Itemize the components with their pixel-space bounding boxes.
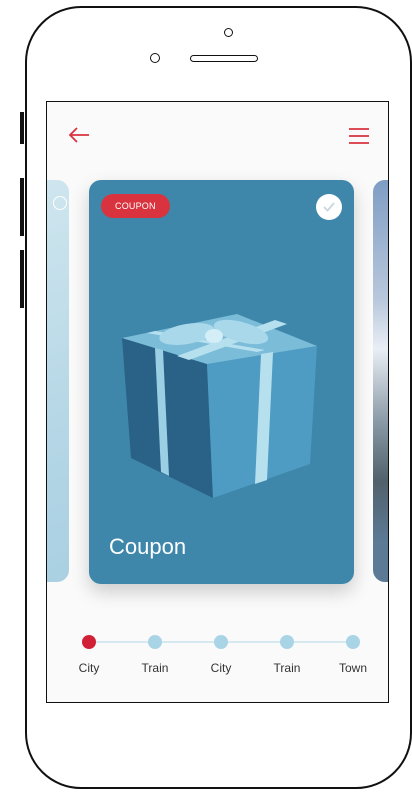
timeline-stop-5[interactable] — [346, 635, 360, 649]
select-indicator-icon — [53, 196, 67, 210]
gift-box-illustration — [122, 314, 317, 498]
menu-button[interactable] — [348, 127, 370, 145]
checkmark-icon — [323, 202, 335, 212]
timeline-stop-2[interactable] — [148, 635, 162, 649]
route-timeline: City Train City Train Town — [47, 627, 388, 687]
selected-check-button[interactable] — [316, 194, 342, 220]
earpiece-speaker — [190, 55, 258, 62]
coupon-badge: COUPON — [101, 194, 170, 218]
timeline-stop-3[interactable] — [214, 635, 228, 649]
timeline-stop-4[interactable] — [280, 635, 294, 649]
volume-up-button — [20, 178, 24, 236]
arrow-left-icon — [68, 127, 89, 143]
coupon-card[interactable]: COUPON Coupon — [89, 180, 354, 584]
next-card[interactable] — [373, 180, 388, 582]
app-screen: COUPON Coupon City Train City Train Town — [46, 101, 389, 703]
timeline-label-4: Train — [273, 661, 301, 675]
previous-card[interactable] — [47, 180, 69, 582]
front-camera — [150, 53, 160, 63]
mute-switch — [20, 112, 24, 144]
hamburger-menu-icon — [349, 128, 369, 144]
card-title: Coupon — [109, 534, 187, 559]
volume-down-button — [20, 250, 24, 308]
timeline-label-1: City — [78, 661, 100, 675]
timeline-label-2: Train — [141, 661, 169, 675]
timeline-label-5: Town — [338, 661, 368, 675]
back-button[interactable] — [67, 124, 93, 146]
front-sensor — [224, 28, 233, 37]
timeline-label-3: City — [210, 661, 232, 675]
timeline-stop-1[interactable] — [82, 635, 96, 649]
